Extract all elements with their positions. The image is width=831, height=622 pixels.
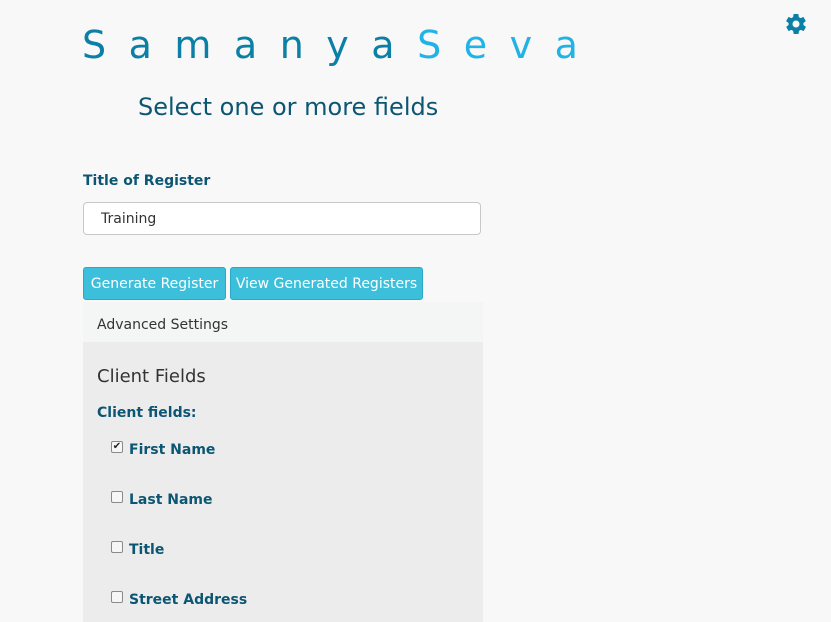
last-name-checkbox[interactable] <box>111 491 123 503</box>
street-address-checkbox[interactable] <box>111 591 123 603</box>
field-row-title[interactable]: Title <box>111 540 164 560</box>
field-row-last-name[interactable]: Last Name <box>111 490 213 510</box>
brand-logo-part1: Samanya <box>82 23 418 67</box>
page-subtitle: Select one or more fields <box>138 93 439 121</box>
gear-icon[interactable] <box>784 12 808 36</box>
client-fields-heading: Client Fields <box>97 366 206 387</box>
advanced-settings-panel: Client Fields Client fields: ✔ First Nam… <box>83 342 483 622</box>
view-generated-registers-button[interactable]: View Generated Registers <box>230 267 423 300</box>
advanced-settings-toggle[interactable]: Advanced Settings <box>83 302 483 342</box>
generate-register-button[interactable]: Generate Register <box>83 267 226 300</box>
field-row-first-name[interactable]: ✔ First Name <box>111 440 215 460</box>
title-label[interactable]: Title <box>129 542 164 558</box>
street-address-label[interactable]: Street Address <box>129 592 247 608</box>
title-checkbox[interactable] <box>111 541 123 553</box>
last-name-label[interactable]: Last Name <box>129 492 213 508</box>
brand-logo[interactable]: SamanyaSeva <box>82 22 600 68</box>
field-row-street-address[interactable]: Street Address <box>111 590 247 610</box>
first-name-label[interactable]: First Name <box>129 442 215 458</box>
title-of-register-label: Title of Register <box>83 173 211 189</box>
client-fields-label: Client fields: <box>97 405 197 421</box>
first-name-checkbox[interactable]: ✔ <box>111 441 123 453</box>
page: SamanyaSeva Select one or more fields Ti… <box>0 0 831 622</box>
title-of-register-input[interactable] <box>83 202 481 235</box>
brand-logo-part2: Seva <box>417 23 601 67</box>
